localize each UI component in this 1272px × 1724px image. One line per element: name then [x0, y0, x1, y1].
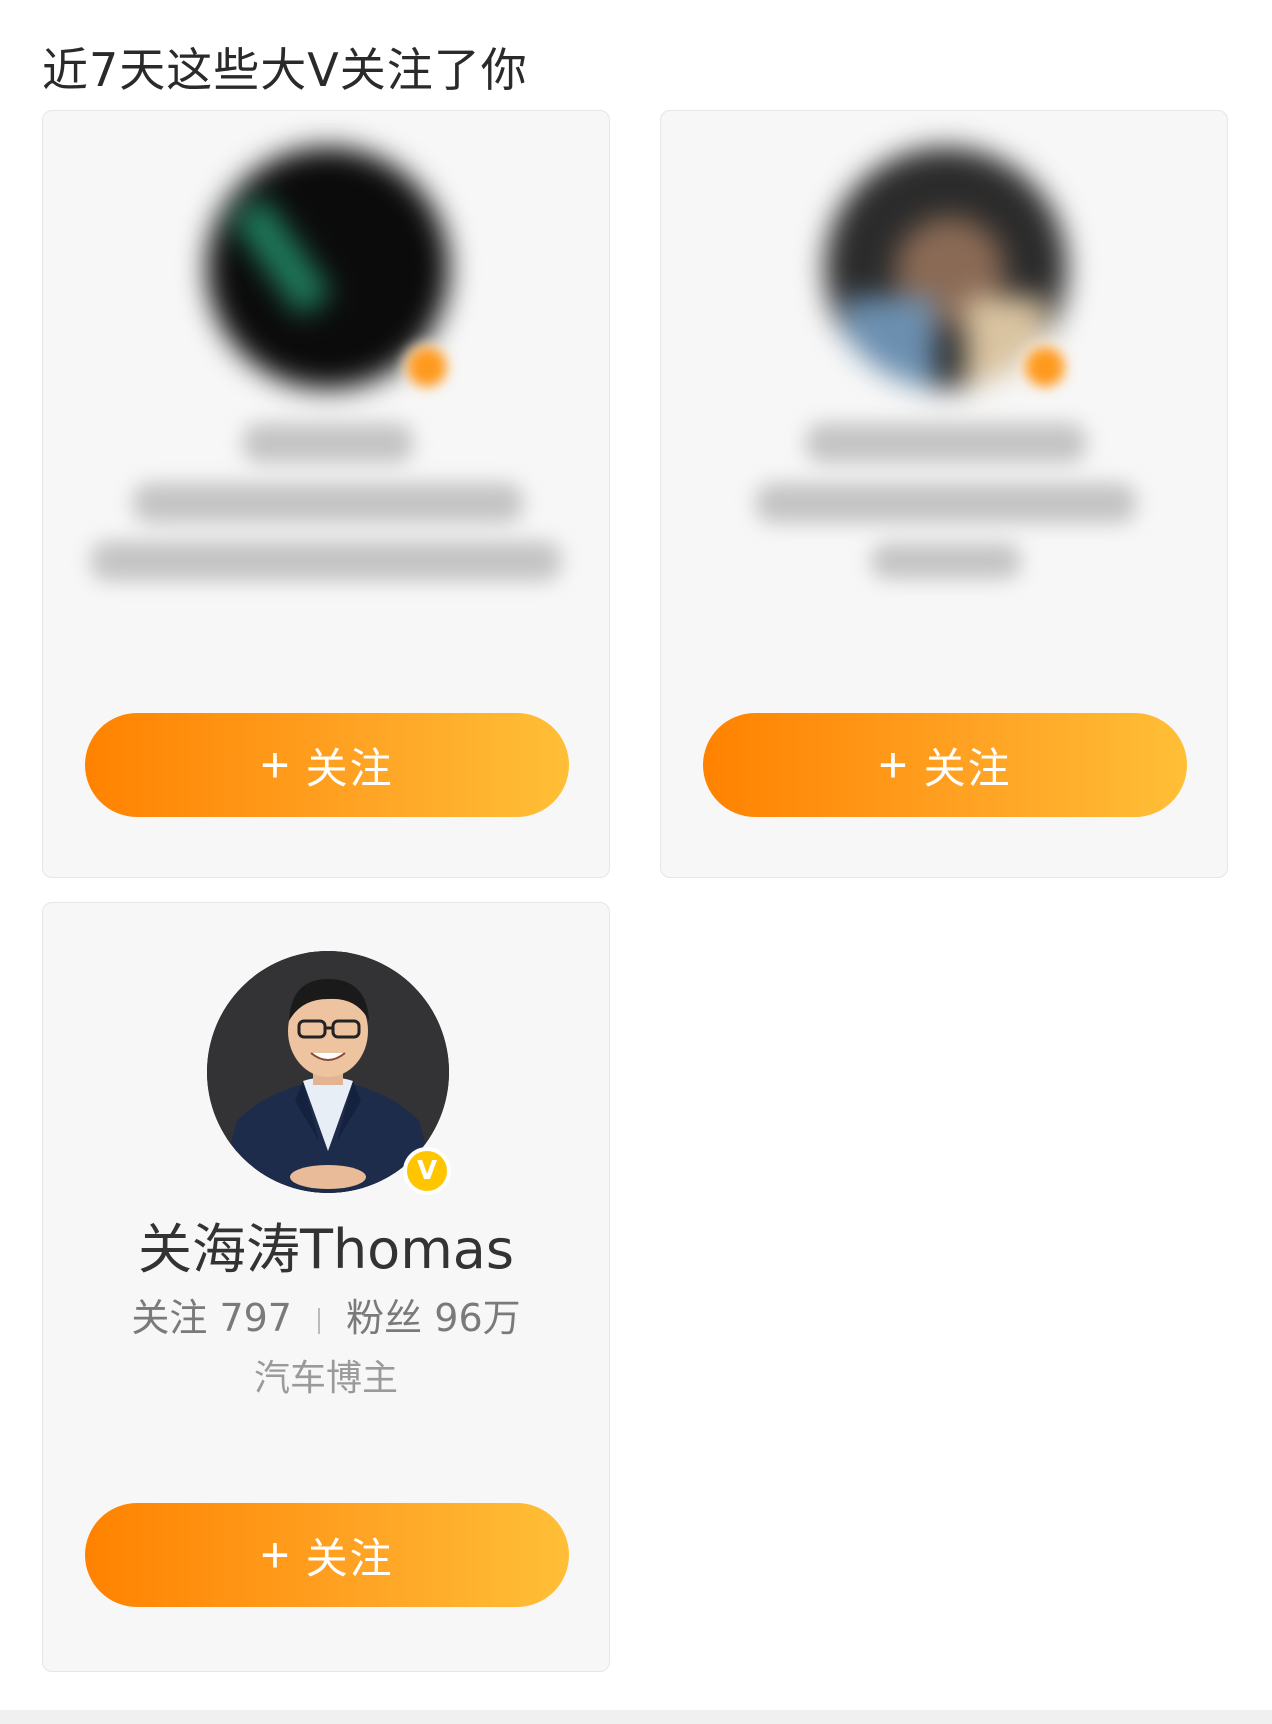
blurred-stats [756, 483, 1136, 523]
followers-count: 96万 [434, 1296, 521, 1340]
user-description: 汽车博主 [253, 1358, 398, 1399]
blurred-description [871, 543, 1021, 579]
user-card[interactable]: + 关注 [660, 110, 1228, 878]
blurred-description [91, 541, 561, 581]
avatar[interactable]: V [207, 951, 451, 1195]
stats-divider [318, 1307, 321, 1334]
user-stats: 关注 797 粉丝 96万 [43, 1287, 609, 1342]
user-card[interactable]: V 关海涛Thomas 关注 797 粉丝 96万 汽车博主 + 关注 [42, 902, 610, 1672]
avatar[interactable] [207, 147, 451, 391]
verified-badge-icon [1021, 343, 1069, 391]
follow-button[interactable]: + 关注 [85, 1503, 569, 1607]
blurred-name [243, 423, 413, 463]
follow-button[interactable]: + 关注 [85, 713, 569, 817]
follow-label: 关注 [305, 1534, 394, 1582]
plus-icon: + [260, 1527, 292, 1583]
section-title: 近7天这些大V关注了你 [42, 43, 528, 97]
plus-icon: + [878, 737, 910, 793]
blurred-name [806, 423, 1086, 463]
verified-badge-icon: V [403, 1147, 451, 1195]
follow-label: 关注 [923, 744, 1012, 792]
user-card[interactable]: + 关注 [42, 110, 610, 878]
bottom-divider [0, 1710, 1272, 1724]
blurred-stats [133, 483, 523, 523]
followers-label: 粉丝 [346, 1296, 423, 1340]
follow-button[interactable]: + 关注 [703, 713, 1187, 817]
avatar[interactable] [825, 147, 1069, 391]
user-name[interactable]: 关海涛Thomas [43, 1205, 609, 1284]
following-count: 797 [219, 1296, 292, 1340]
plus-icon: + [260, 737, 292, 793]
follow-label: 关注 [305, 744, 394, 792]
following-label: 关注 [131, 1296, 208, 1340]
verified-badge-icon [403, 343, 451, 391]
